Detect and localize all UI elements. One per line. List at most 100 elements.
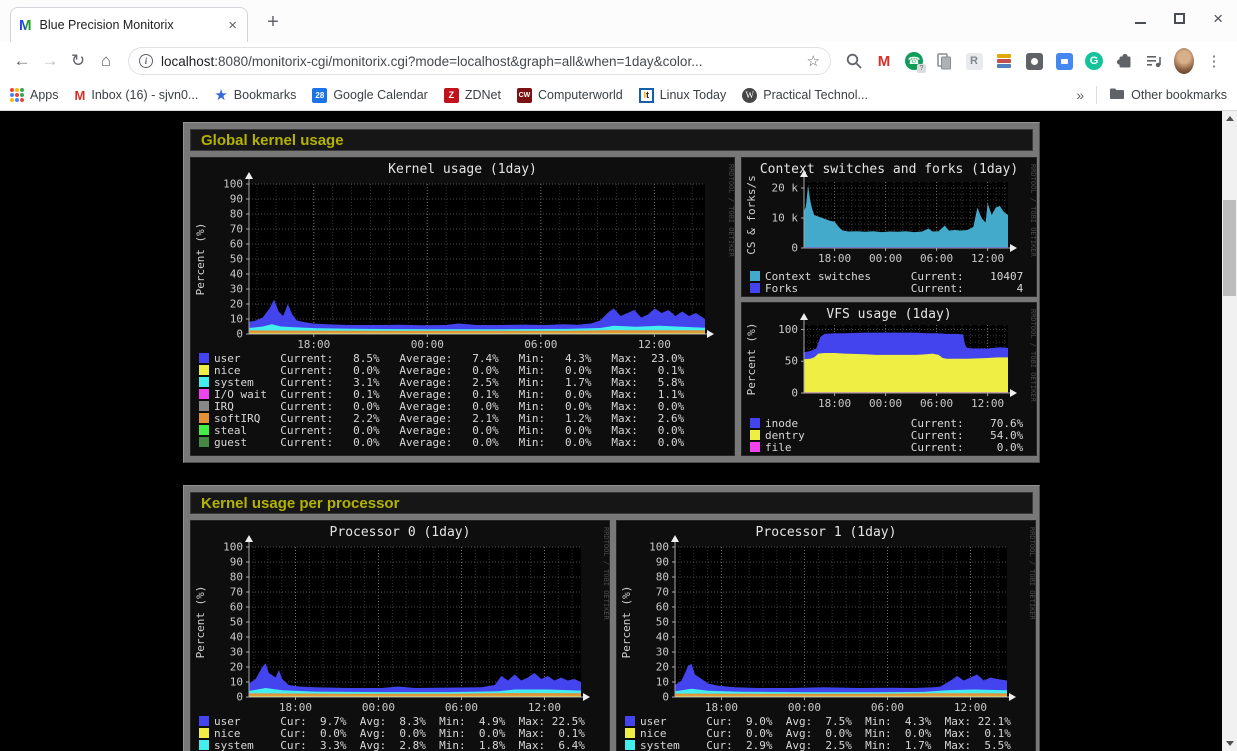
question-badge: ? xyxy=(917,64,926,73)
scroll-up-button[interactable] xyxy=(1222,111,1237,126)
svg-text:60: 60 xyxy=(230,238,243,251)
section-title: Kernel usage per processor xyxy=(190,492,1033,514)
svg-text:06:00: 06:00 xyxy=(445,701,478,713)
svg-text:10 k: 10 k xyxy=(772,212,799,225)
legend-text: system Cur: 3.3% Avg: 2.8% Min: 1.8% Max… xyxy=(214,739,585,751)
tab-title: Blue Precision Monitorix xyxy=(40,18,227,32)
browser-menu-icon[interactable]: ⋮ xyxy=(1204,51,1224,71)
legend-swatch xyxy=(750,442,760,452)
meet-extension-icon[interactable] xyxy=(1054,51,1074,71)
zdnet-icon: Z xyxy=(444,88,459,103)
grammarly-extension-icon[interactable]: G xyxy=(1084,51,1104,71)
legend-swatch xyxy=(199,365,209,375)
other-bookmarks[interactable]: Other bookmarks xyxy=(1109,87,1227,103)
linux-today-icon: lt xyxy=(639,88,654,103)
r-glyph: R xyxy=(966,53,983,70)
profile-avatar[interactable] xyxy=(1174,51,1194,71)
calendar-icon: 28 xyxy=(312,88,327,103)
svg-text:12:00: 12:00 xyxy=(638,338,671,350)
processor-0-graph[interactable]: 010203040506070809010018:0000:0006:0012:… xyxy=(190,520,610,751)
svg-text:10: 10 xyxy=(230,313,243,326)
page-scrollbar[interactable] xyxy=(1222,111,1237,751)
copy-extension-icon[interactable] xyxy=(934,51,954,71)
bookmarks-overflow-chevron[interactable]: » xyxy=(1076,87,1084,103)
processor-1-graph[interactable]: 010203040506070809010018:0000:0006:0012:… xyxy=(616,520,1036,751)
url-text: localhost:8080/monitorix-cgi/monitorix.c… xyxy=(161,54,702,69)
legend-swatch xyxy=(750,271,760,281)
site-info-icon[interactable]: i xyxy=(139,54,153,68)
star-icon: ★ xyxy=(214,86,227,104)
svg-text:50: 50 xyxy=(230,253,243,266)
legend-row-softirq: softIRQ Current: 2.2% Average: 2.1% Min:… xyxy=(199,412,734,424)
legend-text: system Cur: 2.9% Avg: 2.5% Min: 1.7% Max… xyxy=(640,739,1011,751)
bookmark-practical-technology[interactable]: W Practical Technol... xyxy=(742,88,868,103)
bookmark-apps[interactable]: Apps xyxy=(10,88,59,102)
svg-text:40: 40 xyxy=(230,631,243,644)
minimize-button[interactable] xyxy=(1135,22,1146,24)
wordpress-icon: W xyxy=(742,88,757,103)
legend-row-system: system Cur: 3.3% Avg: 2.8% Min: 1.8% Max… xyxy=(199,739,609,751)
grammarly-g-glyph: G xyxy=(1085,52,1103,70)
svg-text:06:00: 06:00 xyxy=(920,397,953,410)
legend-row-forks: Forks Current: 4 xyxy=(750,282,1036,294)
pocket-extension-icon[interactable] xyxy=(1024,51,1044,71)
bookmark-linux-today[interactable]: lt Linux Today xyxy=(639,88,727,103)
bookmark-label: Inbox (16) - sjvn0... xyxy=(91,88,198,102)
chart-legend: inode Current: 70.6%dentry Current: 54.0… xyxy=(742,415,1036,455)
back-button[interactable]: ← xyxy=(8,51,36,71)
bookmark-label: Linux Today xyxy=(660,88,727,102)
apps-grid-icon xyxy=(10,88,24,102)
svg-text:RRDTOOL / TOBI OETIKER: RRDTOOL / TOBI OETIKER xyxy=(1028,527,1035,621)
bookmark-label: Practical Technol... xyxy=(763,88,868,102)
reload-button[interactable]: ↻ xyxy=(64,51,92,71)
extensions-puzzle-icon[interactable] xyxy=(1114,51,1134,71)
bookmark-google-calendar[interactable]: 28 Google Calendar xyxy=(312,88,428,103)
hangouts-extension-icon[interactable]: ☎ ? xyxy=(904,51,924,71)
maximize-button[interactable] xyxy=(1174,13,1185,24)
browser-tab[interactable]: M Blue Precision Monitorix × xyxy=(10,7,248,42)
search-extension-icon[interactable] xyxy=(844,51,864,71)
svg-text:06:00: 06:00 xyxy=(920,252,953,265)
playlist-extension-icon[interactable] xyxy=(1144,51,1164,71)
bookmark-bookmarks[interactable]: ★ Bookmarks xyxy=(214,86,296,104)
new-tab-button[interactable]: + xyxy=(260,11,286,34)
bookmark-zdnet[interactable]: Z ZDNet xyxy=(444,88,501,103)
vfs-usage-graph[interactable]: 05010018:0000:0006:0012:00VFS usage (1da… xyxy=(741,302,1037,456)
svg-text:100: 100 xyxy=(223,178,243,191)
bookmark-star-icon[interactable]: ☆ xyxy=(807,52,820,70)
url-path: :8080/monitorix-cgi/monitorix.cgi?mode=l… xyxy=(214,54,702,69)
svg-text:CS & forks/s: CS & forks/s xyxy=(745,175,758,254)
svg-text:70: 70 xyxy=(230,223,243,236)
svg-text:Context switches and forks (1: Context switches and forks (1day) xyxy=(760,162,1018,177)
bookmark-label: ZDNet xyxy=(465,88,501,102)
svg-text:Percent (%): Percent (%) xyxy=(194,586,207,659)
section-title: Global kernel usage xyxy=(190,129,1033,151)
svg-text:40: 40 xyxy=(230,268,243,281)
bookmark-inbox[interactable]: M Inbox (16) - sjvn0... xyxy=(75,88,199,103)
legend-swatch xyxy=(199,353,209,363)
svg-text:00:00: 00:00 xyxy=(362,701,395,713)
address-bar[interactable]: i localhost:8080/monitorix-cgi/monitorix… xyxy=(128,47,831,75)
svg-text:18:00: 18:00 xyxy=(818,397,851,410)
kernel-usage-graph[interactable]: 010203040506070809010018:0000:0006:0012:… xyxy=(190,157,735,456)
gmail-extension-icon[interactable]: M xyxy=(874,51,894,71)
scroll-down-button[interactable] xyxy=(1222,736,1237,751)
svg-text:0: 0 xyxy=(236,328,243,341)
scrollbar-thumb[interactable] xyxy=(1223,200,1236,296)
legend-text: guest Current: 0.0% Average: 0.0% Min: 0… xyxy=(214,436,684,449)
svg-text:RRDTOOL / TOBI OETIKER: RRDTOOL / TOBI OETIKER xyxy=(727,164,734,258)
svg-text:80: 80 xyxy=(656,571,669,584)
bookmark-computerworld[interactable]: CW Computerworld xyxy=(517,88,623,103)
close-window-button[interactable]: × xyxy=(1213,13,1223,24)
browser-toolbar: ← → ↻ ⌂ i localhost:8080/monitorix-cgi/m… xyxy=(0,42,1237,80)
other-bookmarks-label: Other bookmarks xyxy=(1131,88,1227,102)
tab-close-icon[interactable]: × xyxy=(226,17,239,34)
svg-text:60: 60 xyxy=(230,601,243,614)
r-extension-icon[interactable]: R xyxy=(964,51,984,71)
context-switches-graph[interactable]: 010 k20 k18:0000:0006:0012:00Context swi… xyxy=(741,157,1037,297)
svg-text:VFS usage (1day): VFS usage (1day) xyxy=(826,307,951,322)
gmail-m-glyph: M xyxy=(878,53,891,70)
home-button[interactable]: ⌂ xyxy=(92,51,120,71)
forward-button[interactable]: → xyxy=(36,51,64,71)
books-extension-icon[interactable] xyxy=(994,51,1014,71)
